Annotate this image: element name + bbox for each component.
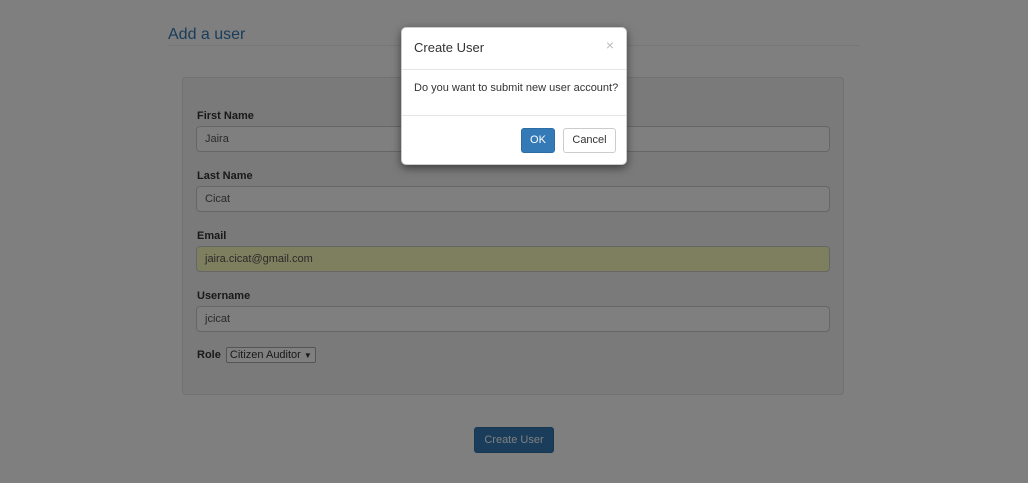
modal-body: Do you want to submit new user account? <box>402 70 626 116</box>
cancel-button[interactable]: Cancel <box>563 128 616 153</box>
modal-message: Do you want to submit new user account? <box>414 82 619 94</box>
modal-title: Create User <box>414 40 485 55</box>
modal-header: Create User × <box>402 28 626 70</box>
create-user-dialog: Create User × Do you want to submit new … <box>401 27 627 165</box>
ok-button[interactable]: OK <box>521 128 555 153</box>
close-icon[interactable]: × <box>606 37 614 53</box>
